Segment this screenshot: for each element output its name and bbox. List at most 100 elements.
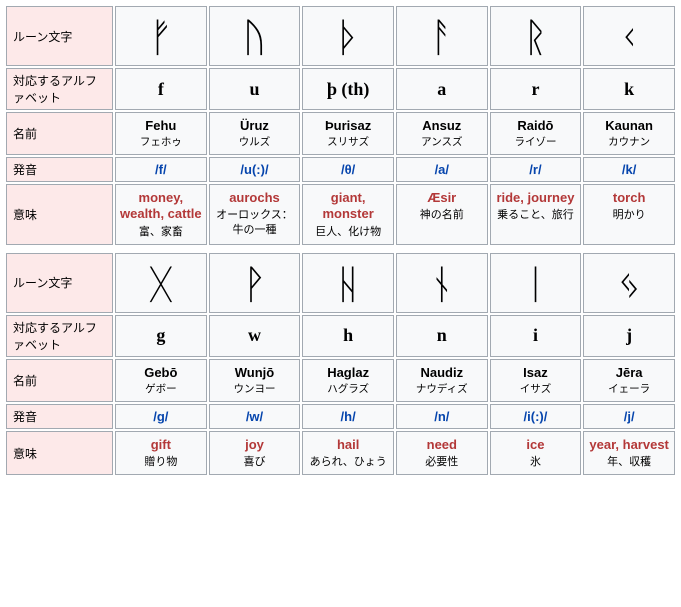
meaning-jp: 巨人、化け物 xyxy=(305,225,391,239)
row-header-meaning: 意味 xyxy=(6,431,113,476)
rune-glyph: ᚠ xyxy=(115,6,207,66)
meaning-cell: hailあられ、ひょう xyxy=(302,431,394,476)
row-header-pron: 発音 xyxy=(6,157,113,182)
name-jp: ナウディズ xyxy=(399,381,485,396)
rune-glyph: ᚺ xyxy=(302,253,394,313)
letter-cell: g xyxy=(115,315,207,357)
name-cell: Ansuzアンスズ xyxy=(396,112,488,155)
rune-glyph: ᚲ xyxy=(583,6,675,66)
letter-cell: i xyxy=(490,315,582,357)
pronunciation-cell: /i(:)/ xyxy=(490,404,582,429)
meaning-en: hail xyxy=(305,437,391,453)
rune-glyph: ᚱ xyxy=(490,6,582,66)
letter-cell: j xyxy=(583,315,675,357)
letter-cell: h xyxy=(302,315,394,357)
pronunciation-cell: /n/ xyxy=(396,404,488,429)
letter-cell: þ (th) xyxy=(302,68,394,110)
meaning-jp: 必要性 xyxy=(399,455,485,469)
letter-cell: k xyxy=(583,68,675,110)
name-cell: Fehuフェホゥ xyxy=(115,112,207,155)
rune-glyph: ᚦ xyxy=(302,6,394,66)
meaning-cell: giant, monster巨人、化け物 xyxy=(302,184,394,245)
name-cell: Þurisazスリサズ xyxy=(302,112,394,155)
row-header-meaning: 意味 xyxy=(6,184,113,245)
row-header-name: 名前 xyxy=(6,359,113,402)
name-en: Üruz xyxy=(212,118,298,133)
rune-glyph: ᚷ xyxy=(115,253,207,313)
meaning-cell: money, wealth, cattle 富、家畜 xyxy=(115,184,207,245)
meaning-en: ride, journey xyxy=(493,190,579,206)
name-jp: イェーラ xyxy=(586,381,672,396)
name-jp: フェホゥ xyxy=(118,134,204,149)
name-jp: ウンヨー xyxy=(212,381,298,396)
name-jp: アンスズ xyxy=(399,134,485,149)
meaning-en: gift xyxy=(118,437,204,453)
rune-glyph: ᚾ xyxy=(396,253,488,313)
rune-glyph: ᛁ xyxy=(490,253,582,313)
meaning-cell: joy喜び xyxy=(209,431,301,476)
name-cell: Haglazハグラズ xyxy=(302,359,394,402)
name-en: Þurisaz xyxy=(305,118,391,133)
meaning-jp: オーロックス：牛の一種 xyxy=(212,208,298,237)
row-header-rune: ルーン文字 xyxy=(6,253,113,313)
name-cell: Raidōライゾー xyxy=(490,112,582,155)
name-jp: ライゾー xyxy=(493,134,579,149)
meaning-jp: 贈り物 xyxy=(118,455,204,469)
meaning-en: torch xyxy=(586,190,672,206)
name-en: Haglaz xyxy=(305,365,391,380)
name-cell: Gebōゲボー xyxy=(115,359,207,402)
name-cell: Kaunanカウナン xyxy=(583,112,675,155)
rune-glyph: ᛃ xyxy=(583,253,675,313)
name-en: Kaunan xyxy=(586,118,672,133)
name-jp: イサズ xyxy=(493,381,579,396)
meaning-cell: year, harvest年、収穫 xyxy=(583,431,675,476)
name-en: Naudiz xyxy=(399,365,485,380)
name-cell: Naudizナウディズ xyxy=(396,359,488,402)
rune-table: ルーン文字ᚠᚢᚦᚨᚱᚲ対応するアルファベットfuþ (th)ark名前Fehuフ… xyxy=(4,4,677,247)
name-cell: Wunjōウンヨー xyxy=(209,359,301,402)
meaning-en: joy xyxy=(212,437,298,453)
rune-glyph: ᚹ xyxy=(209,253,301,313)
row-header-letter: 対応するアルファベット xyxy=(6,68,113,110)
name-en: Raidō xyxy=(493,118,579,133)
meaning-en: money, wealth, cattle xyxy=(118,190,204,223)
meaning-jp: 年、収穫 xyxy=(586,455,672,469)
rune-table: ルーン文字ᚷᚹᚺᚾᛁᛃ対応するアルファベットgwhnij名前GebōゲボーWun… xyxy=(4,251,677,478)
letter-cell: u xyxy=(209,68,301,110)
letter-cell: f xyxy=(115,68,207,110)
row-header-rune: ルーン文字 xyxy=(6,6,113,66)
name-jp: ゲボー xyxy=(118,381,204,396)
meaning-en: need xyxy=(399,437,485,453)
meaning-jp: 乗ること、旅行 xyxy=(493,208,579,222)
name-jp: ハグラズ xyxy=(305,381,391,396)
name-cell: Jēraイェーラ xyxy=(583,359,675,402)
meaning-en: aurochs xyxy=(212,190,298,206)
pronunciation-cell: /a/ xyxy=(396,157,488,182)
letter-cell: w xyxy=(209,315,301,357)
name-jp: スリサズ xyxy=(305,134,391,149)
meaning-cell: gift 贈り物 xyxy=(115,431,207,476)
pronunciation-cell: /w/ xyxy=(209,404,301,429)
name-en: Gebō xyxy=(118,365,204,380)
letter-cell: a xyxy=(396,68,488,110)
meaning-cell: ice氷 xyxy=(490,431,582,476)
row-header-name: 名前 xyxy=(6,112,113,155)
pronunciation-cell: /r/ xyxy=(490,157,582,182)
pronunciation-cell: /g/ xyxy=(115,404,207,429)
meaning-jp: 富、家畜 xyxy=(118,225,204,239)
name-en: Fehu xyxy=(118,118,204,133)
pronunciation-cell: /h/ xyxy=(302,404,394,429)
meaning-jp: 明かり xyxy=(586,208,672,222)
name-cell: Isazイサズ xyxy=(490,359,582,402)
meaning-cell: need 必要性 xyxy=(396,431,488,476)
row-header-letter: 対応するアルファベット xyxy=(6,315,113,357)
meaning-cell: aurochs オーロックス：牛の一種 xyxy=(209,184,301,245)
name-cell: Üruzウルズ xyxy=(209,112,301,155)
rune-glyph: ᚢ xyxy=(209,6,301,66)
meaning-en: Æsir xyxy=(399,190,485,206)
row-header-pron: 発音 xyxy=(6,404,113,429)
pronunciation-cell: /u(:)/ xyxy=(209,157,301,182)
pronunciation-cell: /f/ xyxy=(115,157,207,182)
meaning-cell: torch 明かり xyxy=(583,184,675,245)
name-jp: カウナン xyxy=(586,134,672,149)
